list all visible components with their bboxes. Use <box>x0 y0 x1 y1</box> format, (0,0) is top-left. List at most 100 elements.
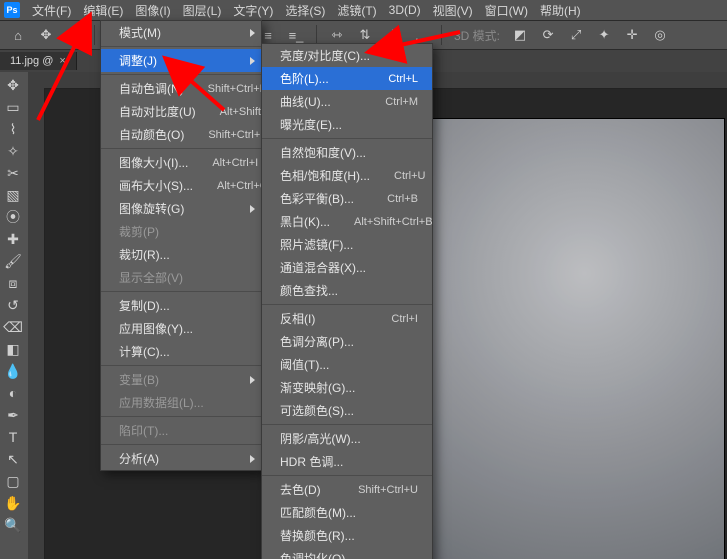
adj-shadows-highlights[interactable]: 阴影/高光(W)... <box>262 427 432 450</box>
lasso-tool[interactable]: ⌇ <box>1 118 25 140</box>
app-icon: Ps <box>4 2 20 18</box>
chevron-down-icon[interactable]: ▾ <box>62 23 86 47</box>
crop-tool[interactable]: ✂ <box>1 162 25 184</box>
adj-brightness-contrast[interactable]: 亮度/对比度(C)... <box>262 44 432 67</box>
menu-trim[interactable]: 裁切(R)... <box>101 243 261 266</box>
eyedropper-tool[interactable]: ⦿ <box>1 206 25 228</box>
menu-apply-image[interactable]: 应用图像(Y)... <box>101 317 261 340</box>
menu-image-rotation[interactable]: 图像旋转(G) <box>101 197 261 220</box>
home-icon[interactable]: ⌂ <box>6 23 30 47</box>
mode3d-label: 3D 模式: <box>450 27 504 44</box>
separator <box>316 25 317 45</box>
path-tool[interactable]: ↖ <box>1 448 25 470</box>
heal-tool[interactable]: ✚ <box>1 228 25 250</box>
adj-color-balance[interactable]: 色彩平衡(B)...Ctrl+B <box>262 187 432 210</box>
adj-invert[interactable]: 反相(I)Ctrl+I <box>262 307 432 330</box>
adj-exposure[interactable]: 曝光度(E)... <box>262 113 432 136</box>
separator <box>441 25 442 45</box>
menu-layer[interactable]: 图层(L) <box>177 0 228 21</box>
wand-tool[interactable]: ✧ <box>1 140 25 162</box>
blur-tool[interactable]: 💧 <box>1 360 25 382</box>
rotate3d-icon[interactable]: ⟳ <box>536 23 560 47</box>
menu-type[interactable]: 文字(Y) <box>227 0 279 21</box>
hand-tool[interactable]: ✋ <box>1 492 25 514</box>
adj-photo-filter[interactable]: 照片滤镜(F)... <box>262 233 432 256</box>
adj-black-white[interactable]: 黑白(K)...Alt+Shift+Ctrl+B <box>262 210 432 233</box>
pen-tool[interactable]: ✒ <box>1 404 25 426</box>
menu-window[interactable]: 窗口(W) <box>479 0 534 21</box>
adj-hdr-toning[interactable]: HDR 色调... <box>262 450 432 473</box>
menu-variables: 变量(B) <box>101 368 261 391</box>
main-menubar: Ps 文件(F) 编辑(E) 图像(I) 图层(L) 文字(Y) 选择(S) 滤… <box>0 0 727 21</box>
menu-edit[interactable]: 编辑(E) <box>77 0 129 21</box>
menu-apply-dataset: 应用数据组(L)... <box>101 391 261 414</box>
close-icon[interactable]: × <box>59 55 65 67</box>
frame-tool[interactable]: ▧ <box>1 184 25 206</box>
menu-reveal-all: 显示全部(V) <box>101 266 261 289</box>
shape-tool[interactable]: ▢ <box>1 470 25 492</box>
menu-analysis[interactable]: 分析(A) <box>101 447 261 470</box>
adj-gradient-map[interactable]: 渐变映射(G)... <box>262 376 432 399</box>
menu-auto-color[interactable]: 自动颜色(O)Shift+Ctrl+B <box>101 123 261 146</box>
menu-image-size[interactable]: 图像大小(I)...Alt+Ctrl+I <box>101 151 261 174</box>
adj-posterize[interactable]: 色调分离(P)... <box>262 330 432 353</box>
chevron-right-icon <box>250 29 255 37</box>
chevron-right-icon <box>250 205 255 213</box>
menu-calculations[interactable]: 计算(C)... <box>101 340 261 363</box>
adj-curves[interactable]: 曲线(U)...Ctrl+M <box>262 90 432 113</box>
menu-image[interactable]: 图像(I) <box>129 0 176 21</box>
scale3d-icon[interactable]: ⤢ <box>564 23 588 47</box>
chevron-right-icon <box>250 455 255 463</box>
menu-3d[interactable]: 3D(D) <box>383 1 427 19</box>
adj-desaturate[interactable]: 去色(D)Shift+Ctrl+U <box>262 478 432 501</box>
marquee-tool[interactable]: ▭ <box>1 96 25 118</box>
chevron-right-icon <box>250 376 255 384</box>
document-tab[interactable]: 11.jpg @ × <box>0 52 77 70</box>
menu-select[interactable]: 选择(S) <box>279 0 331 21</box>
document-tab-label: 11.jpg @ <box>10 55 53 67</box>
brush-tool[interactable]: 🖌 <box>1 250 25 272</box>
move-tool[interactable]: ✥ <box>1 74 25 96</box>
menu-view[interactable]: 视图(V) <box>427 0 479 21</box>
adj-color-lookup[interactable]: 颜色查找... <box>262 279 432 302</box>
camera-icon[interactable]: ◎ <box>648 23 672 47</box>
menu-duplicate[interactable]: 复制(D)... <box>101 294 261 317</box>
dodge-tool[interactable]: ◐ <box>1 382 25 404</box>
menu-auto-contrast[interactable]: 自动对比度(U)Alt+Shift+Ctrl+L <box>101 100 261 123</box>
adj-threshold[interactable]: 阈值(T)... <box>262 353 432 376</box>
adj-selective-color[interactable]: 可选颜色(S)... <box>262 399 432 422</box>
menu-help[interactable]: 帮助(H) <box>534 0 587 21</box>
adj-hue-saturation[interactable]: 色相/饱和度(H)...Ctrl+U <box>262 164 432 187</box>
cube-icon[interactable]: ◩ <box>508 23 532 47</box>
zoom-tool[interactable]: 🔍 <box>1 514 25 536</box>
light-icon[interactable]: ✦ <box>592 23 616 47</box>
adj-channel-mixer[interactable]: 通道混合器(X)... <box>262 256 432 279</box>
adjustments-submenu: 亮度/对比度(C)... 色阶(L)...Ctrl+L 曲线(U)...Ctrl… <box>261 43 433 559</box>
type-tool[interactable]: T <box>1 426 25 448</box>
move-icon[interactable]: ✥ <box>34 23 58 47</box>
chevron-right-icon <box>250 57 255 65</box>
adj-replace-color[interactable]: 替换颜色(R)... <box>262 524 432 547</box>
menu-auto-tone[interactable]: 自动色调(N)Shift+Ctrl+L <box>101 77 261 100</box>
menu-trap: 陷印(T)... <box>101 419 261 442</box>
axis-icon[interactable]: ✛ <box>620 23 644 47</box>
adj-vibrance[interactable]: 自然饱和度(V)... <box>262 141 432 164</box>
adj-levels[interactable]: 色阶(L)...Ctrl+L <box>262 67 432 90</box>
history-brush-tool[interactable]: ↺ <box>1 294 25 316</box>
document-image[interactable] <box>413 118 725 559</box>
eraser-tool[interactable]: ⌫ <box>1 316 25 338</box>
adj-equalize[interactable]: 色调均化(Q) <box>262 547 432 559</box>
menu-file[interactable]: 文件(F) <box>26 0 77 21</box>
menu-mode[interactable]: 模式(M) <box>101 21 261 44</box>
separator <box>94 25 95 45</box>
menu-crop: 裁剪(P) <box>101 220 261 243</box>
menu-canvas-size[interactable]: 画布大小(S)...Alt+Ctrl+C <box>101 174 261 197</box>
image-menu-dropdown: 模式(M) 调整(J) 自动色调(N)Shift+Ctrl+L 自动对比度(U)… <box>100 20 262 471</box>
stamp-tool[interactable]: ⧈ <box>1 272 25 294</box>
menu-adjustments[interactable]: 调整(J) <box>101 49 261 72</box>
ruler-vertical <box>28 72 45 559</box>
toolbox: ✥▭⌇✧✂▧⦿✚🖌⧈↺⌫◧💧◐✒T↖▢✋🔍 <box>0 72 29 559</box>
menu-filter[interactable]: 滤镜(T) <box>331 0 382 21</box>
adj-match-color[interactable]: 匹配颜色(M)... <box>262 501 432 524</box>
gradient-tool[interactable]: ◧ <box>1 338 25 360</box>
